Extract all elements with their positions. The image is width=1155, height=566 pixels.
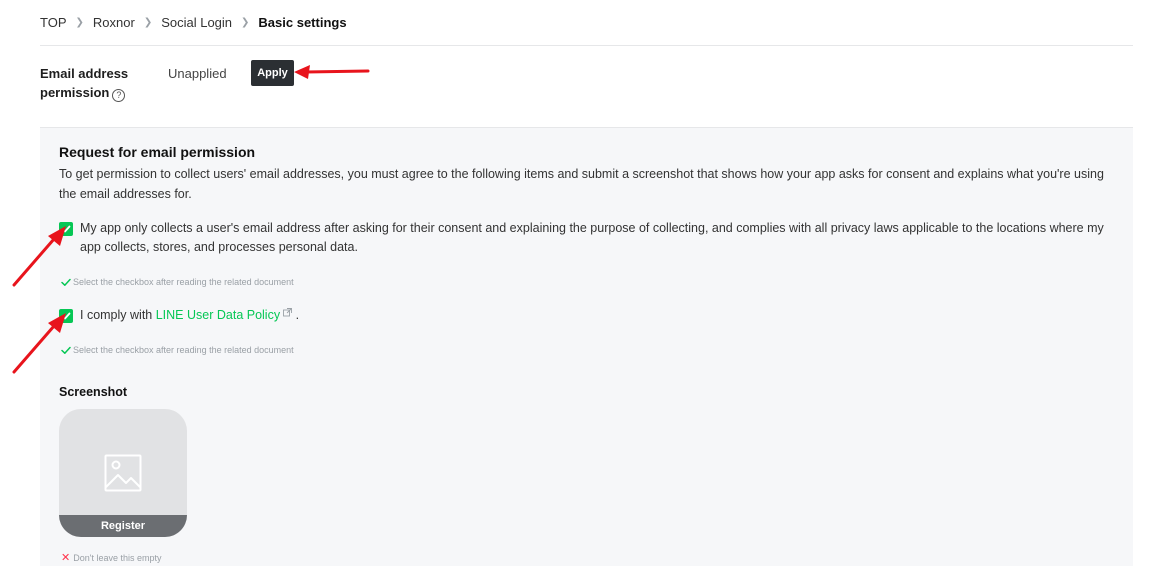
image-icon	[104, 454, 142, 492]
email-permission-row: Email address permission? Unapplied Appl…	[40, 60, 440, 108]
screenshot-upload[interactable]: Register	[59, 409, 187, 537]
help-icon[interactable]: ?	[112, 89, 126, 102]
x-icon: ✕	[61, 552, 71, 564]
breadcrumb-top[interactable]: TOP	[40, 15, 67, 30]
chevron-right-icon: ❯	[75, 16, 84, 28]
annotation-arrow-icon	[12, 313, 66, 374]
screenshot-error: ✕ Don't leave this empty	[61, 552, 162, 564]
consent-text: My app only collects a user's email addr…	[80, 221, 1104, 254]
chevron-right-icon: ❯	[143, 16, 153, 28]
email-permission-label: Email address permission?	[40, 66, 129, 102]
consent-hint: Select the checkbox after reading the re…	[61, 277, 294, 287]
panel-title: Request for email permission	[59, 144, 256, 160]
panel-description: To get permission to collect users' emai…	[59, 167, 1104, 201]
chevron-right-icon: ❯	[241, 16, 250, 28]
external-link-icon	[283, 308, 293, 317]
consent-checkbox-row: My app only collects a user's email addr…	[59, 221, 1120, 257]
annotation-arrow-icon	[294, 65, 370, 79]
email-permission-request-panel: Request for email permission To get perm…	[40, 128, 1133, 566]
policy-checkbox-row: I comply with LINE User Data Policy .	[59, 308, 300, 325]
permission-status: Unapplied	[168, 66, 227, 81]
divider	[40, 45, 1133, 46]
apply-button[interactable]: Apply	[251, 60, 294, 86]
annotation-arrow-icon	[12, 226, 66, 287]
screenshot-label: Screenshot	[59, 385, 128, 399]
breadcrumb-channel[interactable]: Roxnor	[93, 15, 135, 30]
breadcrumb-social-login[interactable]: Social Login	[161, 15, 232, 30]
policy-text: I comply with LINE User Data Policy .	[80, 308, 300, 322]
policy-hint: Select the checkbox after reading the re…	[61, 345, 294, 355]
breadcrumb: TOP ❯ Roxnor ❯ Social Login ❯ Basic sett…	[40, 13, 347, 31]
breadcrumb-current: Basic settings	[258, 14, 347, 30]
line-user-data-policy-link[interactable]: LINE User Data Policy	[156, 308, 280, 322]
register-button[interactable]: Register	[59, 515, 187, 537]
